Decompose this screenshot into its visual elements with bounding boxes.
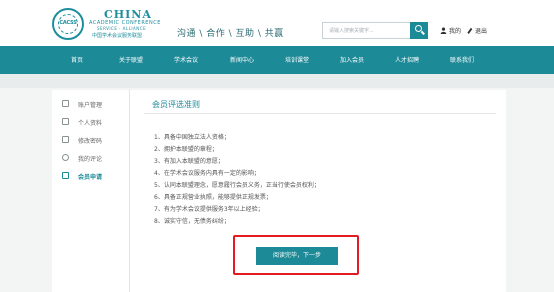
nav-item-news[interactable]: 新闻中心: [230, 55, 254, 64]
list-item: 2、拥护本联盟的章程；: [154, 146, 218, 153]
list-item: 7、有为学术会议提供服务3年以上经验；: [154, 206, 264, 213]
nav-item-join[interactable]: 加入会员: [340, 55, 364, 64]
account-sidebar: 账户管理 个人资料 修改密码 我的评论 会员申请: [52, 90, 130, 292]
comment-icon: [62, 154, 69, 161]
sidebar-item-label: 我的评论: [78, 156, 103, 163]
nav-item-careers[interactable]: 人才招聘: [395, 55, 419, 64]
nav-item-contact[interactable]: 联系我们: [450, 55, 474, 64]
search-button[interactable]: [410, 22, 428, 39]
account-icon: [62, 100, 69, 107]
site-slogan: 沟通 \ 合作 \ 互助 \ 共赢: [177, 29, 284, 39]
user-icon: [440, 27, 447, 34]
next-step-button[interactable]: 阅读完毕，下一步: [256, 247, 338, 265]
panel-title: 会员评选准则: [152, 100, 200, 109]
nav-item-home[interactable]: 首页: [71, 55, 83, 64]
logo-emblem: CACSS: [52, 8, 84, 40]
nav-item-about[interactable]: 关于联盟: [119, 55, 143, 64]
sidebar-item-member-application[interactable]: 会员申请: [62, 170, 126, 183]
list-item: 6、具备正规营业执照，能够提供正规发票；: [154, 194, 272, 201]
search-box: [322, 22, 428, 39]
list-item: 5、认同本联盟理念，愿意履行会员义务，正当行使会员权利；: [154, 182, 320, 189]
sidebar-item-comments[interactable]: 我的评论: [62, 152, 126, 165]
logo-emblem-text: CACSS: [59, 20, 77, 26]
logo-tagline: SERVICE · ALLIANCE: [97, 26, 147, 31]
my-account-label: 我的: [449, 28, 462, 35]
logout-link[interactable]: 退出: [466, 26, 487, 35]
member-icon: [62, 172, 69, 179]
sidebar-item-account[interactable]: 账户管理: [62, 98, 126, 111]
panel-divider: [144, 113, 496, 114]
nav-subbar: [0, 74, 554, 88]
sidebar-item-profile[interactable]: 个人资料: [62, 116, 126, 129]
sidebar-item-password[interactable]: 修改密码: [62, 134, 126, 147]
sidebar-item-label: 账户管理: [78, 102, 103, 109]
logout-label: 退出: [475, 28, 488, 35]
main-nav: 首页 关于联盟 学术会议 新闻中心 培训课堂 加入会员 人才招聘 联系我们: [0, 46, 554, 74]
logo-cn-name: 中国学术会议服务联盟: [92, 33, 143, 39]
search-input[interactable]: [323, 23, 409, 38]
nav-item-conferences[interactable]: 学术会议: [174, 55, 198, 64]
profile-icon: [62, 118, 69, 125]
site-logo[interactable]: CACSS CHINA ACADEMIC CONFERENCE SERVICE …: [52, 7, 182, 43]
sidebar-item-label: 修改密码: [78, 138, 103, 145]
my-account-link[interactable]: 我的: [440, 26, 461, 35]
sidebar-item-label: 会员申请: [78, 174, 103, 181]
sidebar-item-label: 个人资料: [78, 120, 103, 127]
list-item: 8、诚实守信，无债务纠纷；: [154, 218, 230, 225]
lock-icon: [62, 136, 69, 143]
list-item: 3、有加入本联盟的意愿；: [154, 158, 224, 165]
site-header: CACSS CHINA ACADEMIC CONFERENCE SERVICE …: [0, 0, 554, 46]
content-card: 账户管理 个人资料 修改密码 我的评论 会员申请 会员评选准则 1、具备中国独立…: [52, 90, 506, 292]
list-item: 1、具备中国独立法人资格；: [154, 134, 230, 141]
rules-list: 1、具备中国独立法人资格； 2、拥护本联盟的章程； 3、有加入本联盟的意愿； 4…: [154, 132, 454, 228]
logout-icon: [467, 27, 473, 34]
list-item: 4、在学术会议服务内具有一定的影响；: [154, 170, 260, 177]
nav-item-training[interactable]: 培训课堂: [285, 55, 309, 64]
